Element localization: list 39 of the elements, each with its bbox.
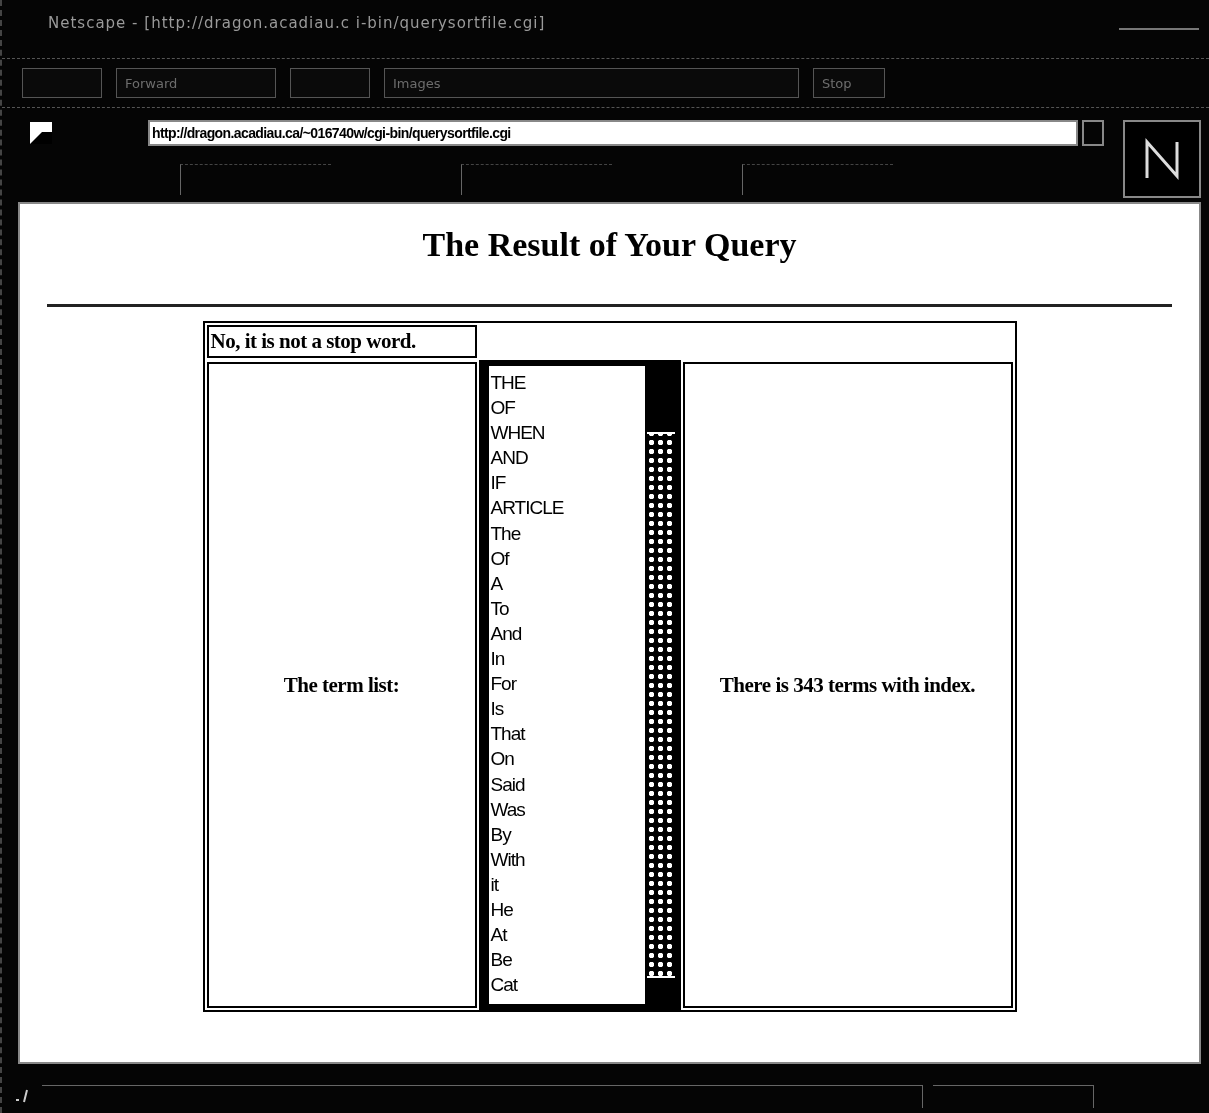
page-heading: The Result of Your Query	[422, 226, 797, 264]
list-item[interactable]: ARTICLE	[488, 495, 645, 521]
list-item[interactable]: THE	[488, 370, 645, 396]
toolbar-button[interactable]: Forward	[116, 68, 276, 98]
list-item[interactable]: Cat	[488, 972, 645, 998]
list-item[interactable]: For	[488, 671, 645, 697]
toolbar-button[interactable]: Images	[384, 68, 799, 98]
list-item[interactable]: IF	[488, 470, 645, 496]
list-item[interactable]: Of	[488, 545, 645, 571]
list-item[interactable]: OF	[488, 395, 645, 421]
term-listbox[interactable]: THE OF WHEN AND IF ARTICLE The Of A To And In For Is That On Said Was By With it He At Be Cat	[480, 362, 679, 1008]
list-item[interactable]: That	[488, 721, 645, 747]
term-label-cell: The term list:	[206, 362, 477, 1008]
list-item[interactable]: Is	[488, 696, 645, 722]
list-item[interactable]: The	[488, 520, 645, 546]
list-item[interactable]: Said	[488, 771, 645, 797]
list-item[interactable]: He	[488, 896, 645, 923]
list-item[interactable]: At	[488, 922, 645, 948]
toolbar-button[interactable]	[290, 68, 370, 98]
list-item[interactable]: By	[488, 821, 645, 847]
list-item[interactable]: Be	[488, 947, 645, 973]
window-title: Netscape - [http://dragon.acadiau.c i-bin/querysortfile.cgi]	[48, 14, 546, 32]
n-logo-icon[interactable]	[1123, 120, 1201, 198]
list-item[interactable]: Was	[488, 796, 645, 822]
list-item[interactable]: To	[488, 595, 645, 621]
count-cell: There is 343 terms with index.	[682, 362, 1013, 1008]
url-field[interactable]: http://dragon.acadiau.ca/~016740w/cgi-bin/querysortfile.cgi	[148, 120, 1078, 146]
list-item[interactable]: In	[488, 646, 645, 672]
list-item[interactable]: it	[488, 871, 645, 897]
list-item[interactable]: On	[488, 746, 645, 772]
toolbar-button[interactable]	[22, 68, 102, 98]
list-item[interactable]: WHEN	[488, 420, 645, 446]
url-dropdown[interactable]	[1082, 120, 1104, 146]
list-item[interactable]: With	[488, 846, 645, 872]
list-item[interactable]: A	[488, 570, 645, 596]
message-cell: No, it is not a stop word.	[206, 325, 477, 358]
list-item[interactable]: AND	[488, 445, 645, 471]
toolbar-button[interactable]: Stop	[813, 68, 885, 98]
list-item[interactable]: And	[488, 620, 645, 647]
